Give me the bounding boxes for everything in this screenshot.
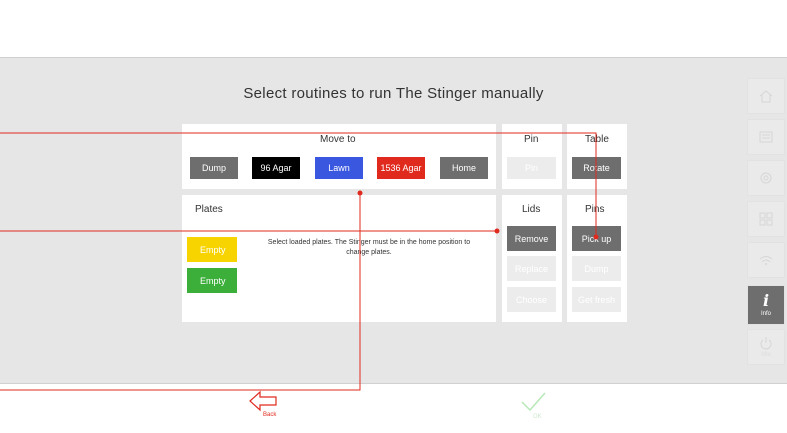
grid-icon [759,212,773,226]
plates-label: Plates [195,204,223,215]
lid-choose-button[interactable]: Choose [507,287,556,312]
move-dump-button[interactable]: Dump [190,157,238,179]
sidebar-item-settings[interactable] [747,160,785,196]
lids-label: Lids [522,204,541,215]
ok-button[interactable]: OK [516,390,550,430]
plate-slot-1[interactable]: Empty [187,237,237,262]
sidebar-item-list[interactable] [747,119,785,155]
gear-icon [760,172,772,184]
list-icon [759,131,773,143]
table-label: Table [585,134,609,145]
sidebar-info-label: Info [760,311,771,317]
back-label: Back [263,412,277,418]
pin-dump-button[interactable]: Dump [572,256,621,281]
rotate-button[interactable]: Rotate [572,157,621,179]
sidebar-item-grid[interactable] [747,201,785,237]
ok-label: OK [533,414,542,420]
wifi-icon [759,256,773,265]
move-to-label: Move to [320,134,356,145]
pin-pick-up-button[interactable]: Pick up [572,226,621,251]
move-lawn-button[interactable]: Lawn [315,157,363,179]
lid-replace-button[interactable]: Replace [507,256,556,281]
plate-slot-2[interactable]: Empty [187,268,237,293]
home-icon [759,90,773,103]
move-96-agar-button[interactable]: 96 Agar [252,157,300,179]
move-1536-agar-button[interactable]: 1536 Agar [377,157,425,179]
info-icon: i [762,291,770,310]
bottom-bar [0,383,787,433]
sidebar-item-home[interactable] [747,78,785,114]
back-button[interactable]: Back [246,390,280,430]
plates-instruction: Select loaded plates. The Stinger must b… [267,239,471,256]
sidebar-idle-label: Idle [761,352,771,358]
pin-get-fresh-button[interactable]: Get fresh [572,287,621,312]
back-arrow-icon [249,390,277,412]
page-title: Select routines to run The Stinger manua… [243,85,544,102]
sidebar-item-idle[interactable]: Idle [747,329,785,365]
checkmark-icon [521,392,546,412]
lid-remove-button[interactable]: Remove [507,226,556,251]
pin-label: Pin [524,134,539,145]
sidebar-item-info[interactable]: i Info [747,285,785,325]
pins-label: Pins [585,204,605,215]
move-home-button[interactable]: Home [440,157,488,179]
sidebar-item-network[interactable] [747,242,785,278]
power-icon [760,337,772,350]
top-bar [0,0,787,58]
pin-button[interactable]: Pin [507,157,556,179]
